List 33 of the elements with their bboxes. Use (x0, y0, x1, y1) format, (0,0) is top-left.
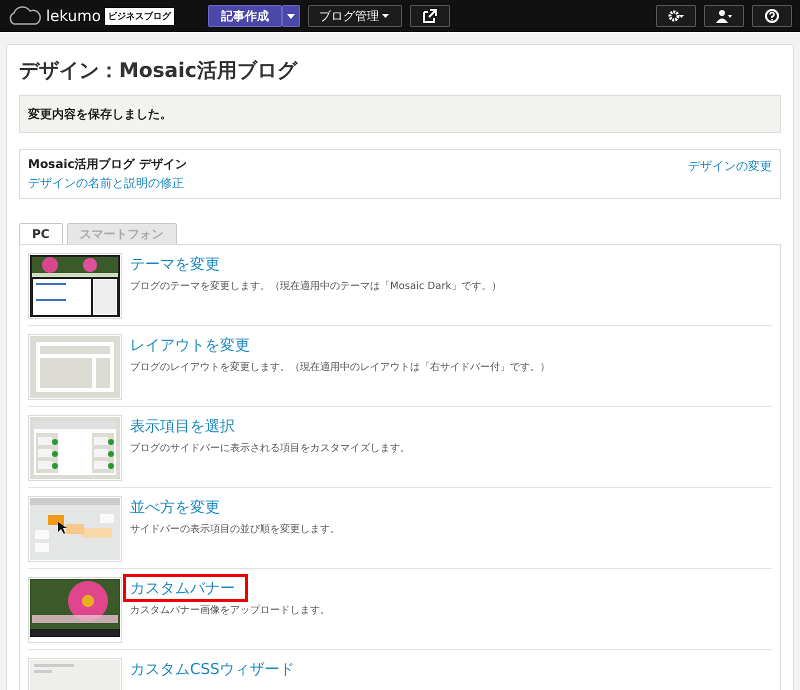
saved-message: 変更内容を保存しました。 (19, 95, 781, 133)
option-title-link[interactable]: 表示項目を選択 (130, 415, 241, 437)
change-design-link[interactable]: デザインの変更 (688, 159, 772, 173)
external-link-button[interactable] (410, 5, 450, 27)
option-description: ブログのテーマを変更します。（現在適用中のテーマは「Mosaic Dark」です。） (130, 280, 502, 293)
option-description: サイドバーの表示項目の並び順を変更します。 (130, 522, 340, 536)
option-title-link[interactable]: カスタムCSSウィザード (130, 658, 301, 680)
user-icon (716, 9, 732, 23)
option-description: カスタムバナー画像をアップロードします。 (130, 604, 330, 617)
blog-menu-button[interactable]: ブログ管理 (308, 5, 402, 27)
logo-text: lekumo (46, 7, 101, 25)
user-menu-button[interactable] (704, 5, 744, 27)
option-description: ブログのレイアウトを変更します。（現在適用中のレイアウトは「右サイドバー付」です。） (130, 360, 550, 374)
logo-badge: ビジネスブログ (104, 8, 174, 24)
settings-button[interactable] (656, 5, 696, 27)
caret-icon (286, 14, 295, 18)
help-icon (764, 9, 780, 23)
edit-design-link[interactable]: デザインの名前と説明の修正 (28, 176, 184, 190)
option-title-link[interactable]: カスタムバナー (126, 577, 245, 599)
cloud-logo-icon (8, 6, 42, 26)
option-title-link[interactable]: 並べ方を変更 (130, 496, 226, 518)
option-title-link[interactable]: テーマを変更 (130, 253, 226, 275)
design-name: Mosaic活用ブログ デザイン (28, 156, 187, 173)
caret-icon (380, 14, 391, 18)
option-title-link[interactable]: レイアウトを変更 (130, 334, 256, 356)
new-post-button[interactable]: 記事作成 (208, 5, 282, 27)
external-link-icon (422, 9, 438, 23)
option-description: ブログのサイドバーに表示される項目をカスタマイズします。 (130, 442, 410, 455)
page-title: デザイン：Mosaic活用ブログ (19, 57, 299, 83)
tab[interactable]: PC (19, 223, 63, 244)
dropdown-button[interactable] (282, 5, 300, 27)
help-button[interactable] (752, 5, 792, 27)
settings-icon (668, 9, 684, 23)
